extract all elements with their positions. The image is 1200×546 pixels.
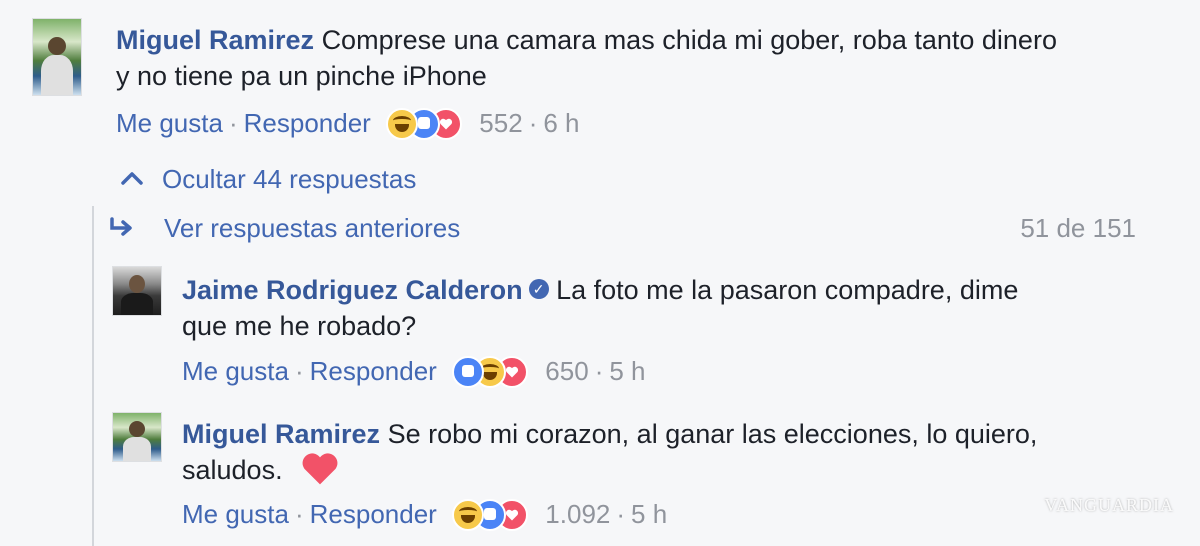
reactions-cluster[interactable] — [386, 108, 464, 141]
comment-body: Miguel Ramirez Comprese una camara mas c… — [116, 22, 1156, 94]
reply-actions: Me gusta · Responder 1.092 · 5 h — [182, 498, 667, 532]
comment-text-line2: y no tiene pa un pinche iPhone — [116, 61, 487, 91]
comment-actions: Me gusta · Responder 552 · 6 h — [116, 107, 580, 141]
separator-dot: · — [228, 108, 238, 138]
like-button[interactable]: Me gusta — [182, 356, 289, 386]
avatar-head — [48, 37, 66, 55]
timestamp[interactable]: 5 h — [609, 356, 645, 386]
avatar-body — [123, 437, 151, 461]
reply-button[interactable]: Responder — [310, 356, 437, 386]
hide-replies-toggle[interactable]: Ocultar 44 respuestas — [120, 164, 416, 195]
comment-text-line1: Comprese una camara mas chida mi gober, … — [321, 25, 1057, 55]
heart-emoji-icon — [302, 453, 338, 485]
reply-body: Miguel Ramirez Se robo mi corazon, al ga… — [182, 416, 1162, 490]
like-button[interactable]: Me gusta — [116, 108, 223, 138]
watermark-logo: VANGUARDIA — [1044, 495, 1174, 515]
avatar-head — [129, 421, 145, 437]
avatar-body — [121, 293, 153, 315]
thread-line — [92, 206, 94, 546]
reply-button[interactable]: Responder — [244, 108, 371, 138]
replies-counter: 51 de 151 — [1020, 213, 1136, 243]
like-icon — [452, 356, 485, 389]
reply-author-link[interactable]: Miguel Ramirez — [182, 419, 380, 449]
like-button[interactable]: Me gusta — [182, 499, 289, 529]
haha-icon — [452, 499, 485, 532]
separator-dot: · — [294, 499, 304, 529]
avatar-head — [129, 275, 145, 293]
chevron-up-icon — [121, 172, 143, 185]
view-previous-label: Ver respuestas anteriores — [164, 213, 461, 243]
reply-text-line2: saludos. — [182, 455, 283, 485]
verified-badge-icon: ✓ — [528, 278, 549, 299]
separator-dot: · — [616, 499, 626, 529]
reply-text-line1: La foto me la pasaron compadre, dime — [556, 275, 1019, 305]
haha-icon — [386, 108, 419, 141]
timestamp[interactable]: 5 h — [631, 499, 667, 529]
reactions-cluster[interactable] — [452, 356, 530, 389]
separator-dot: · — [594, 356, 604, 386]
separator-dot: · — [294, 356, 304, 386]
reply-arrow-icon — [110, 217, 132, 236]
reactions-cluster[interactable] — [452, 499, 530, 532]
timestamp[interactable]: 6 h — [543, 108, 579, 138]
comment-author-link[interactable]: Miguel Ramirez — [116, 25, 314, 55]
reply-actions: Me gusta · Responder 650 · 5 h — [182, 355, 646, 389]
avatar[interactable] — [32, 18, 82, 96]
avatar-body — [41, 55, 73, 95]
reaction-count[interactable]: 1.092 — [545, 499, 610, 529]
avatar[interactable] — [112, 412, 162, 462]
reply-author-link[interactable]: Jaime Rodriguez Calderon — [182, 275, 523, 305]
separator-dot: · — [528, 108, 538, 138]
reply-button[interactable]: Responder — [310, 499, 437, 529]
hide-replies-label: Ocultar 44 respuestas — [162, 164, 417, 194]
reaction-count[interactable]: 650 — [545, 356, 588, 386]
avatar[interactable] — [112, 266, 162, 316]
reply-text-line1: Se robo mi corazon, al ganar las eleccio… — [387, 419, 1038, 449]
reply-text-line2: que me he robado? — [182, 311, 417, 341]
view-previous-replies[interactable]: Ver respuestas anteriores — [108, 213, 460, 244]
reaction-count[interactable]: 552 — [479, 108, 522, 138]
reply-body: Jaime Rodriguez Calderon ✓ La foto me la … — [182, 272, 1142, 344]
